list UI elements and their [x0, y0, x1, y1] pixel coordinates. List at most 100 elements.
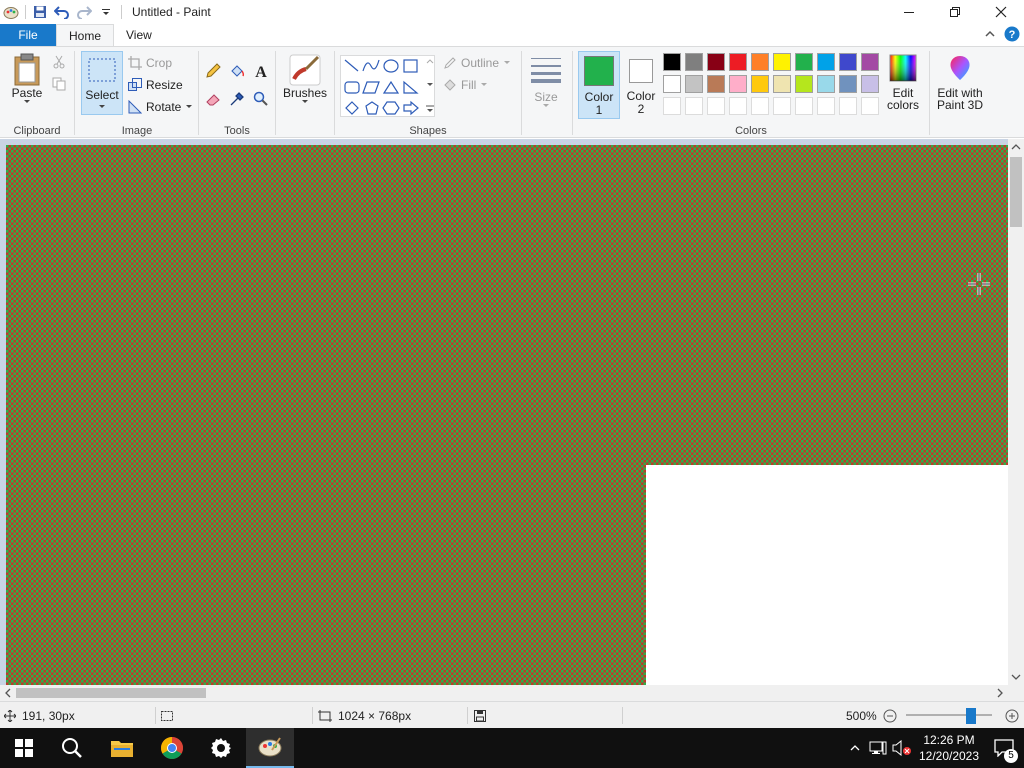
save-icon[interactable]: [29, 1, 51, 23]
pencil-tool[interactable]: [205, 63, 221, 82]
customize-qat-icon[interactable]: [95, 1, 117, 23]
tab-file[interactable]: File: [0, 24, 56, 46]
size-button[interactable]: Size: [526, 55, 566, 109]
palette-swatch[interactable]: [773, 75, 791, 93]
horizontal-scroll-thumb[interactable]: [16, 688, 206, 698]
color1-button[interactable]: Color 1: [578, 51, 620, 119]
ribbon: Paste Clipboard Image Select Crop Resize…: [0, 46, 1024, 138]
status-separator: [467, 707, 468, 724]
palette-custom-slot[interactable]: [861, 97, 879, 115]
palette-swatch[interactable]: [685, 75, 703, 93]
rotate-button[interactable]: Rotate: [128, 97, 193, 117]
brushes-button[interactable]: Brushes: [282, 53, 328, 105]
palette-swatch[interactable]: [795, 75, 813, 93]
vertical-scrollbar[interactable]: [1008, 139, 1024, 685]
palette-custom-slot[interactable]: [795, 97, 813, 115]
gear-icon: [211, 738, 231, 758]
action-center-button[interactable]: 5: [984, 739, 1024, 763]
scroll-left-icon[interactable]: [0, 685, 16, 701]
fill-tool[interactable]: [229, 63, 245, 82]
color-picker-tool[interactable]: [229, 91, 245, 110]
palette-swatch[interactable]: [861, 75, 879, 93]
palette-swatch[interactable]: [839, 75, 857, 93]
paste-button[interactable]: Paste: [8, 53, 46, 105]
shapes-gallery[interactable]: [340, 55, 435, 117]
redo-icon[interactable]: [73, 1, 95, 23]
palette-custom-slot[interactable]: [685, 97, 703, 115]
scroll-right-icon[interactable]: [992, 685, 1008, 701]
palette-custom-slot[interactable]: [707, 97, 725, 115]
taskbar-settings[interactable]: [197, 728, 245, 768]
tab-view[interactable]: View: [114, 24, 164, 46]
palette-custom-slot[interactable]: [729, 97, 747, 115]
close-button[interactable]: [978, 0, 1024, 24]
collapse-ribbon-icon[interactable]: [984, 28, 996, 40]
palette-swatch[interactable]: [751, 53, 769, 71]
color2-swatch: [629, 59, 653, 83]
volume-button[interactable]: [890, 740, 914, 756]
paint3d-button[interactable]: Edit with Paint 3D: [934, 53, 986, 111]
zoom-out-icon[interactable]: [883, 709, 897, 723]
taskbar-search-button[interactable]: [48, 728, 96, 768]
palette-swatch[interactable]: [795, 53, 813, 71]
palette-swatch[interactable]: [663, 75, 681, 93]
crop-button[interactable]: Crop: [128, 53, 172, 73]
zoom-in-icon[interactable]: [1005, 709, 1019, 723]
maximize-button[interactable]: [932, 0, 978, 24]
zoom-slider-track[interactable]: [906, 714, 992, 716]
status-bar: 191, 30px 1024 × 768px 500%: [0, 701, 1024, 728]
minimize-button[interactable]: [886, 0, 932, 24]
taskbar-file-explorer[interactable]: [98, 728, 146, 768]
network-button[interactable]: [866, 740, 890, 756]
palette-swatch[interactable]: [729, 53, 747, 71]
fill-dropdown-icon: [481, 83, 488, 86]
palette-custom-slot[interactable]: [663, 97, 681, 115]
text-tool[interactable]: A: [253, 63, 269, 82]
copy-button[interactable]: [52, 77, 66, 94]
palette-custom-slot[interactable]: [839, 97, 857, 115]
palette-swatch[interactable]: [663, 53, 681, 71]
palette-swatch[interactable]: [729, 75, 747, 93]
tray-overflow-button[interactable]: [844, 742, 866, 754]
windows-logo-icon: [15, 739, 33, 757]
start-button[interactable]: [0, 728, 48, 768]
taskbar-paint[interactable]: [246, 728, 294, 768]
outline-button[interactable]: Outline: [443, 53, 511, 73]
tab-home[interactable]: Home: [56, 24, 115, 46]
help-icon[interactable]: ?: [1004, 26, 1020, 42]
taskbar-clock[interactable]: 12:26 PM 12/20/2023: [914, 732, 984, 764]
palette-swatch[interactable]: [861, 53, 879, 71]
magnifier-tool[interactable]: [253, 91, 269, 110]
fill-label: Fill: [461, 78, 477, 92]
palette-swatch[interactable]: [839, 53, 857, 71]
palette-swatch[interactable]: [773, 53, 791, 71]
palette-swatch[interactable]: [707, 53, 725, 71]
select-button[interactable]: Select: [81, 51, 123, 115]
palette-swatch[interactable]: [685, 53, 703, 71]
color2-button[interactable]: Color 2: [621, 51, 661, 119]
palette-custom-slot[interactable]: [751, 97, 769, 115]
palette-swatch[interactable]: [817, 75, 835, 93]
shapes-scroll[interactable]: [425, 55, 435, 117]
palette-swatch[interactable]: [751, 75, 769, 93]
outline-dropdown-icon: [504, 61, 511, 64]
fill-button[interactable]: Fill: [443, 75, 488, 95]
eraser-tool[interactable]: [205, 91, 221, 110]
palette-swatch[interactable]: [707, 75, 725, 93]
crop-label: Crop: [146, 56, 173, 70]
palette-custom-slot[interactable]: [773, 97, 791, 115]
scroll-up-icon[interactable]: [1008, 139, 1024, 155]
taskbar-chrome[interactable]: [148, 728, 196, 768]
paint-app-icon[interactable]: [0, 1, 22, 23]
scroll-down-icon[interactable]: [1008, 669, 1024, 685]
cut-button[interactable]: [52, 55, 66, 72]
horizontal-scrollbar[interactable]: [0, 685, 1008, 701]
undo-icon[interactable]: [51, 1, 73, 23]
palette-swatch[interactable]: [817, 53, 835, 71]
edit-colors-button[interactable]: Edit colors: [882, 53, 924, 111]
resize-button[interactable]: Resize: [128, 75, 183, 95]
zoom-slider-thumb[interactable]: [966, 708, 976, 724]
vertical-scroll-thumb[interactable]: [1010, 157, 1022, 227]
palette-custom-slot[interactable]: [817, 97, 835, 115]
drawing-canvas[interactable]: [6, 145, 1008, 685]
